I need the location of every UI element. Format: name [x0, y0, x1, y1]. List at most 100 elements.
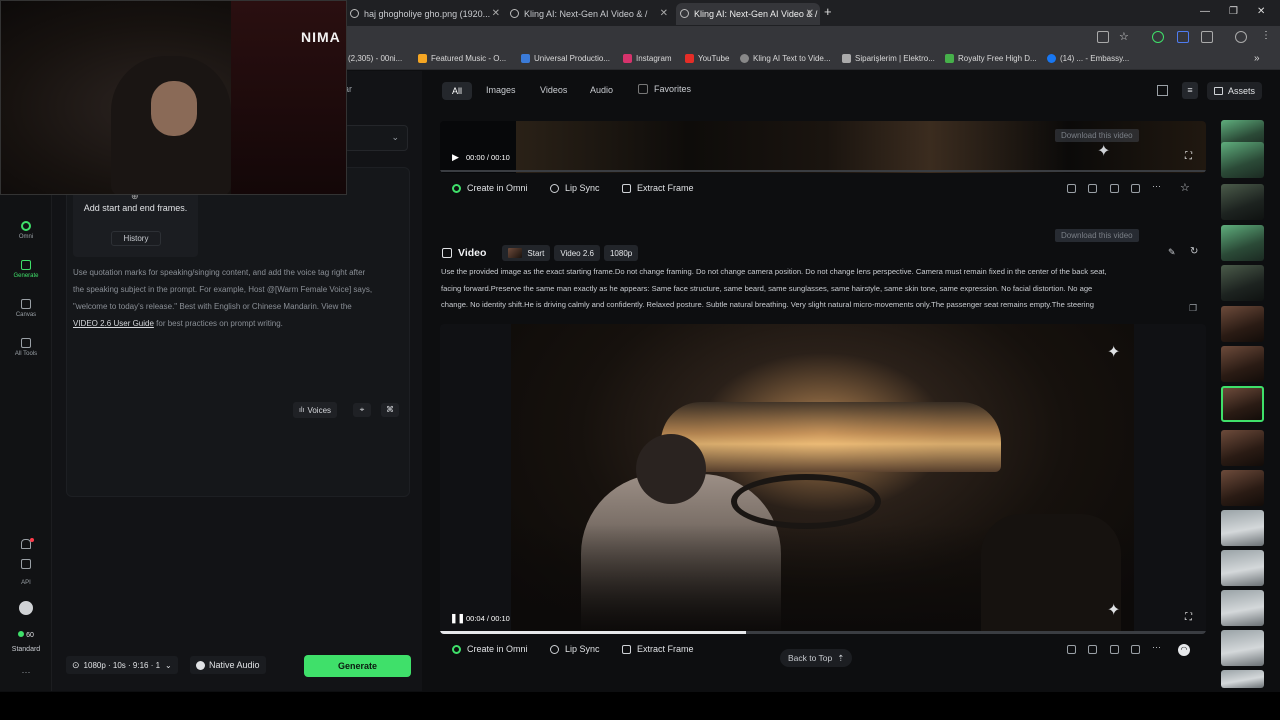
- download-video-badge[interactable]: Download this video: [1055, 129, 1139, 142]
- extract-frame-button[interactable]: Extract Frame: [622, 644, 694, 654]
- share-icon[interactable]: [1110, 645, 1119, 654]
- user-guide-link[interactable]: VIDEO 2.6 User Guide: [73, 319, 154, 328]
- regenerate-icon[interactable]: ↻: [1190, 246, 1198, 257]
- copy-prompt-icon[interactable]: ❐: [1189, 303, 1197, 314]
- voices-button[interactable]: ılı Voices: [293, 402, 338, 418]
- create-in-omni-button[interactable]: Create in Omni: [452, 183, 528, 193]
- thumbs-up-icon[interactable]: [1067, 645, 1076, 654]
- minimize-icon[interactable]: —: [1200, 6, 1210, 17]
- filter-audio[interactable]: Audio: [590, 85, 613, 95]
- video-progress-track[interactable]: [440, 170, 1206, 172]
- video-player-2[interactable]: ✦ ✦ ❚❚ 00:04 / 00:10 ⛶: [440, 324, 1206, 634]
- history-thumbnail[interactable]: [1221, 590, 1264, 626]
- profile-icon[interactable]: [1235, 31, 1247, 43]
- browser-tab[interactable]: Kling AI: Next-Gen AI Video & / ✕: [506, 3, 674, 25]
- edit-pencil-icon[interactable]: ✎: [1168, 247, 1176, 258]
- star-icon[interactable]: ☆: [1119, 30, 1129, 43]
- browser-tab[interactable]: haj ghogholiye gho.png (1920... ✕: [346, 3, 506, 25]
- bookmark-item[interactable]: Instagram: [623, 54, 672, 63]
- rail-item-omni[interactable]: Omni: [0, 221, 52, 240]
- more-icon[interactable]: ···: [0, 667, 52, 677]
- history-thumbnail[interactable]: [1221, 430, 1264, 466]
- pause-icon[interactable]: ❚❚: [450, 613, 465, 624]
- close-icon[interactable]: ✕: [806, 8, 814, 19]
- model-selector[interactable]: ⌄: [344, 125, 408, 151]
- fullscreen-icon[interactable]: ⛶: [1185, 151, 1192, 162]
- bookmark-item[interactable]: (14) ... - Embassy...: [1047, 54, 1129, 63]
- history-thumbnail[interactable]: [1221, 630, 1264, 666]
- location-pin-icon[interactable]: ⌖: [353, 403, 371, 417]
- favorites-checkbox[interactable]: Favorites: [638, 84, 691, 94]
- bookmarks-overflow-icon[interactable]: »: [1254, 53, 1260, 64]
- announcements-icon[interactable]: [0, 559, 52, 572]
- filter-videos[interactable]: Videos: [540, 85, 567, 95]
- play-icon[interactable]: ▶: [452, 152, 459, 163]
- browser-menu-icon[interactable]: ⋮: [1261, 30, 1271, 41]
- credits-badge[interactable]: 60: [0, 631, 52, 639]
- bookmark-item[interactable]: (2,305) - 00ni...: [348, 54, 402, 63]
- extensions-puzzle-icon[interactable]: [1201, 31, 1213, 43]
- translate-icon[interactable]: [1097, 31, 1109, 43]
- window-close-icon[interactable]: ✕: [1257, 6, 1265, 17]
- share-icon[interactable]: [1110, 184, 1119, 193]
- settings-summary-button[interactable]: ⊙ 1080p · 10s · 9:16 · 1 ⌄: [66, 656, 178, 674]
- rail-item-generate[interactable]: Generate: [0, 260, 52, 279]
- generate-button[interactable]: Generate: [304, 655, 411, 677]
- avatar[interactable]: [0, 601, 52, 618]
- lip-sync-button[interactable]: Lip Sync: [550, 183, 600, 193]
- extension-icon[interactable]: [1177, 31, 1189, 43]
- close-icon[interactable]: ✕: [492, 8, 500, 19]
- extract-frame-button[interactable]: Extract Frame: [622, 183, 694, 193]
- extension-icon[interactable]: [1152, 31, 1164, 43]
- browser-tab-active[interactable]: Kling AI: Next-Gen AI Video & / ✕: [676, 3, 820, 25]
- thumbs-down-icon[interactable]: [1088, 645, 1097, 654]
- rail-item-canvas[interactable]: Canvas: [0, 299, 52, 318]
- bookmark-item[interactable]: YouTube: [685, 54, 729, 63]
- history-thumbnail[interactable]: [1221, 184, 1264, 220]
- bookmark-item[interactable]: Featured Music - O...: [418, 54, 506, 63]
- history-thumbnail[interactable]: [1221, 470, 1264, 506]
- thumbs-up-icon[interactable]: [1067, 184, 1076, 193]
- thumbs-down-icon[interactable]: [1088, 184, 1097, 193]
- history-thumbnail[interactable]: [1221, 225, 1264, 261]
- fullscreen-icon[interactable]: ⛶: [1185, 612, 1192, 623]
- history-thumbnail[interactable]: [1221, 550, 1264, 586]
- bookmark-item[interactable]: Universal Productio...: [521, 54, 610, 63]
- notifications-bell-icon[interactable]: [0, 538, 52, 552]
- api-link[interactable]: API: [0, 580, 52, 586]
- back-to-top-button[interactable]: Back to Top ⇡: [780, 649, 853, 667]
- filter-all[interactable]: All: [442, 82, 472, 100]
- rail-item-all-tools[interactable]: All Tools: [0, 338, 52, 357]
- history-thumbnail[interactable]: [1221, 346, 1264, 382]
- new-tab-button[interactable]: +: [824, 4, 832, 19]
- lip-sync-button[interactable]: Lip Sync: [550, 644, 600, 654]
- support-headset-icon[interactable]: ◠: [1178, 644, 1190, 656]
- history-thumbnail[interactable]: [1221, 306, 1264, 342]
- close-icon[interactable]: ✕: [660, 8, 668, 19]
- create-in-omni-button[interactable]: Create in Omni: [452, 644, 528, 654]
- assets-button[interactable]: Assets: [1207, 82, 1263, 100]
- camera-motion-icon[interactable]: ⌘: [381, 403, 399, 417]
- bookmark-item[interactable]: Kling AI Text to Vide...: [740, 54, 831, 63]
- history-thumbnail-selected[interactable]: [1221, 386, 1264, 422]
- download-icon[interactable]: [1131, 184, 1140, 193]
- download-icon[interactable]: [1131, 645, 1140, 654]
- history-thumbnail[interactable]: [1221, 142, 1264, 178]
- start-frame-tag[interactable]: Start: [502, 245, 551, 261]
- restore-icon[interactable]: ❐: [1229, 6, 1238, 17]
- history-thumbnail[interactable]: [1221, 670, 1264, 688]
- grid-view-icon[interactable]: [1157, 85, 1168, 96]
- bookmark-item[interactable]: Siparişlerim | Elektro...: [842, 54, 935, 63]
- filter-images[interactable]: Images: [486, 85, 516, 95]
- favorite-star-icon[interactable]: ☆: [1180, 181, 1190, 194]
- history-thumbnail[interactable]: [1221, 510, 1264, 546]
- video-progress-track[interactable]: [440, 631, 1206, 634]
- list-view-icon[interactable]: ≡: [1182, 82, 1198, 99]
- more-options-icon[interactable]: ···: [1152, 642, 1161, 652]
- history-button[interactable]: History: [111, 231, 161, 246]
- more-options-icon[interactable]: ···: [1152, 181, 1161, 191]
- bookmark-item[interactable]: Royalty Free High D...: [945, 54, 1037, 63]
- history-thumbnail[interactable]: [1221, 265, 1264, 301]
- download-video-badge[interactable]: Download this video: [1055, 229, 1139, 242]
- native-audio-toggle[interactable]: Native Audio: [190, 656, 266, 674]
